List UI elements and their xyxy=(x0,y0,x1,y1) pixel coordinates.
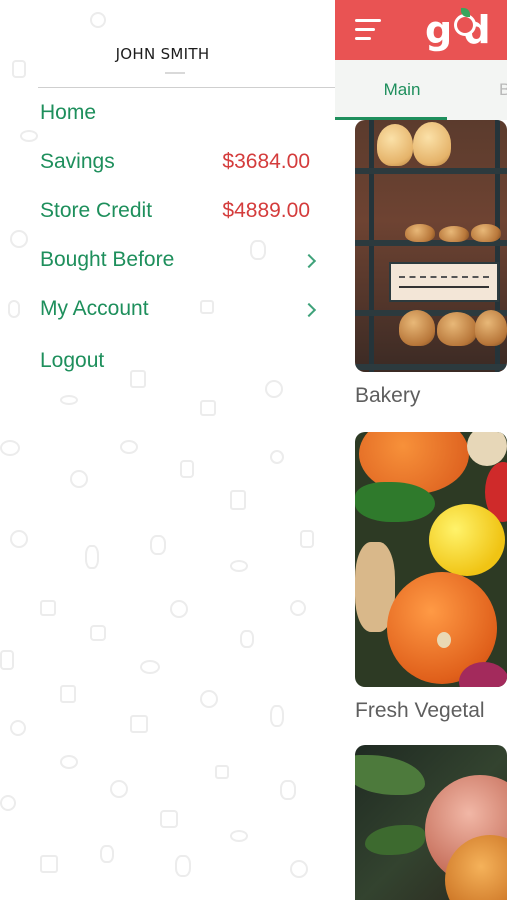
hamburger-menu-icon[interactable] xyxy=(355,17,385,43)
navigation-drawer: JOHN SMITH Home Savings $3684.00 Store C… xyxy=(0,0,335,900)
drawer-divider xyxy=(38,87,335,88)
menu-label-bought-before: Bought Before xyxy=(40,248,175,271)
meat-image xyxy=(355,745,507,900)
category-label-bakery: Bakery xyxy=(355,384,421,407)
category-tabs: Main B xyxy=(335,60,507,120)
tab-main[interactable]: Main xyxy=(335,60,469,120)
food-pattern-background xyxy=(0,0,335,900)
category-label-vegetables: Fresh Vegetal xyxy=(355,699,485,722)
tab-next[interactable]: B xyxy=(499,60,507,120)
category-card-bakery[interactable]: Bakery xyxy=(355,120,507,408)
app-logo: g d xyxy=(425,6,507,54)
vegetables-image xyxy=(355,432,507,687)
category-card-meat[interactable] xyxy=(355,745,507,900)
main-app-panel: g d Main B Bakery Fresh Vegetal xyxy=(335,0,507,900)
bakery-sign xyxy=(389,262,499,302)
category-card-vegetables[interactable]: Fresh Vegetal xyxy=(355,432,507,723)
menu-label-store-credit: Store Credit xyxy=(40,199,153,222)
store-credit-value: $4889.00 xyxy=(222,199,310,222)
menu-label-home: Home xyxy=(40,101,97,124)
menu-item-savings[interactable]: Savings $3684.00 xyxy=(40,146,320,182)
menu-item-store-credit[interactable]: Store Credit $4889.00 xyxy=(40,195,320,231)
name-underline xyxy=(165,72,185,74)
user-name: JOHN SMITH xyxy=(115,45,210,63)
menu-item-my-account[interactable]: My Account xyxy=(40,293,320,329)
bakery-image xyxy=(355,120,507,372)
menu-item-bought-before[interactable]: Bought Before xyxy=(40,244,320,280)
menu-item-home[interactable]: Home xyxy=(40,97,320,133)
logo-fruit-icon xyxy=(454,14,476,36)
menu-label-logout: Logout xyxy=(40,349,105,372)
menu-label-savings: Savings xyxy=(40,150,115,173)
menu-label-my-account: My Account xyxy=(40,297,149,320)
chevron-right-icon xyxy=(301,253,317,269)
app-header: g d xyxy=(335,0,507,60)
menu-item-logout[interactable]: Logout xyxy=(40,345,320,381)
chevron-right-icon xyxy=(301,302,317,318)
savings-value: $3684.00 xyxy=(222,150,310,173)
